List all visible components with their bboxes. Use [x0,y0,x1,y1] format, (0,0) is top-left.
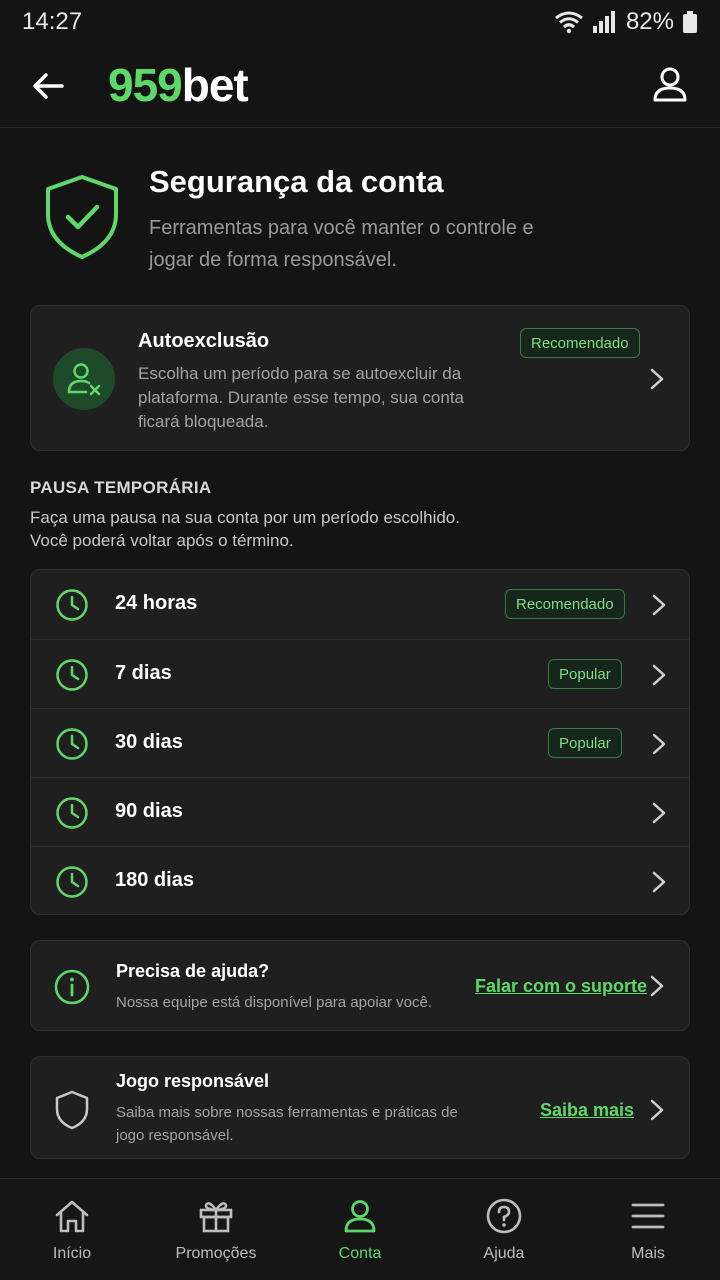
chevron-right-icon [650,975,664,997]
responsible-gaming-card[interactable]: Jogo responsável Saiba mais sobre nossas… [30,1056,690,1159]
pause-options-list: 24 horas Recomendado 7 dias Popular 30 d… [30,569,690,915]
pause-section-title: PAUSA TEMPORÁRIA [30,478,212,497]
user-icon [344,1200,376,1233]
responsible-title: Jogo responsável [116,1071,270,1091]
clock-icon [56,659,88,691]
profile-icon[interactable] [650,64,690,104]
nav-label: Promoções [175,1245,257,1262]
chevron-right-icon [650,1099,664,1121]
chevron-right-icon [652,871,666,893]
nav-item-mais[interactable]: Mais [576,1179,720,1280]
nav-item-inicio[interactable]: Início [0,1179,144,1280]
contact-support-link[interactable]: Falar com o suporte [475,976,647,997]
popular-badge: Popular [548,659,622,689]
wifi-icon [555,11,583,34]
home-icon [55,1200,89,1233]
pause-description-line-1: Faça uma pausa na sua conta por um perío… [30,508,460,527]
page-subtitle: Ferramentas para você manter o controle … [149,217,534,271]
user-x-icon [53,348,115,410]
clock-icon [56,728,88,760]
recommended-badge: Recomendado [520,328,640,358]
responsible-description: Saiba mais sobre nossas ferramentas e pr… [116,1104,458,1144]
pause-option-label: 90 dias [115,800,183,822]
gift-icon [199,1202,233,1233]
chevron-right-icon [652,664,666,686]
help-icon [486,1198,522,1234]
help-card[interactable]: Precisa de ajuda? Nossa equipe está disp… [30,940,690,1031]
logo-number: 959 [108,59,183,111]
nav-item-conta[interactable]: Conta [288,1179,432,1280]
learn-more-link[interactable]: Saiba mais [540,1100,634,1121]
autoexclusion-description: Escolha um período para se autoexcluir d… [138,364,465,431]
pause-option-label: 30 dias [115,731,183,753]
clock-icon [56,866,88,898]
status-icons: 82% [554,8,698,36]
recommended-badge: Recomendado [505,589,625,619]
status-time: 14:27 [22,8,83,35]
nav-item-promocoes[interactable]: Promoções [144,1179,288,1280]
page-title: Segurança da conta [149,164,444,199]
brand-logo[interactable]: 959bet [108,58,249,112]
nav-label: Início [52,1245,92,1262]
status-bar: 14:27 82% [0,0,720,44]
pause-option-label: 24 horas [115,592,198,614]
chevron-right-icon [652,733,666,755]
logo-word: bet [181,59,249,111]
info-icon [54,969,90,1005]
pause-option-24h[interactable]: 24 horas Recomendado [31,570,689,639]
pause-option-90d[interactable]: 90 dias [31,777,689,846]
nav-item-ajuda[interactable]: Ajuda [432,1179,576,1280]
shield-icon [55,1090,89,1130]
clock-icon [56,589,88,621]
chevron-right-icon [652,802,666,824]
chevron-right-icon [652,594,666,616]
pause-option-30d[interactable]: 30 dias Popular [31,708,689,777]
battery-percent: 82% [625,8,674,35]
chevron-right-icon [650,368,664,390]
nav-label: Mais [631,1245,665,1262]
app-header: 959bet [0,44,720,128]
nav-label: Conta [338,1245,382,1262]
security-hero: Segurança da conta Ferramentas para você… [0,160,720,280]
pause-description-line-2: Você poderá voltar após o término. [30,531,294,550]
pause-option-label: 180 dias [115,869,194,891]
autoexclusion-title: Autoexclusão [138,330,270,352]
bottom-navigation: Início Promoções Conta Ajuda Mais [0,1178,720,1280]
clock-icon [56,797,88,829]
pause-option-7d[interactable]: 7 dias Popular [31,639,689,708]
pause-option-180d[interactable]: 180 dias [31,846,689,914]
autoexclusion-card[interactable]: Autoexclusão Recomendado Escolha um perí… [30,305,690,451]
shield-check-icon [46,175,118,259]
battery-icon [683,11,697,33]
popular-badge: Popular [548,728,622,758]
signal-icon [592,11,615,33]
pause-section-description: Faça uma pausa na sua conta por um perío… [30,506,690,552]
menu-icon [631,1203,665,1229]
pause-option-label: 7 dias [115,662,172,684]
nav-label: Ajuda [483,1245,525,1262]
help-description: Nossa equipe está disponível para apoiar… [116,994,433,1011]
help-title: Precisa de ajuda? [116,961,270,981]
back-arrow-icon[interactable] [28,66,68,106]
